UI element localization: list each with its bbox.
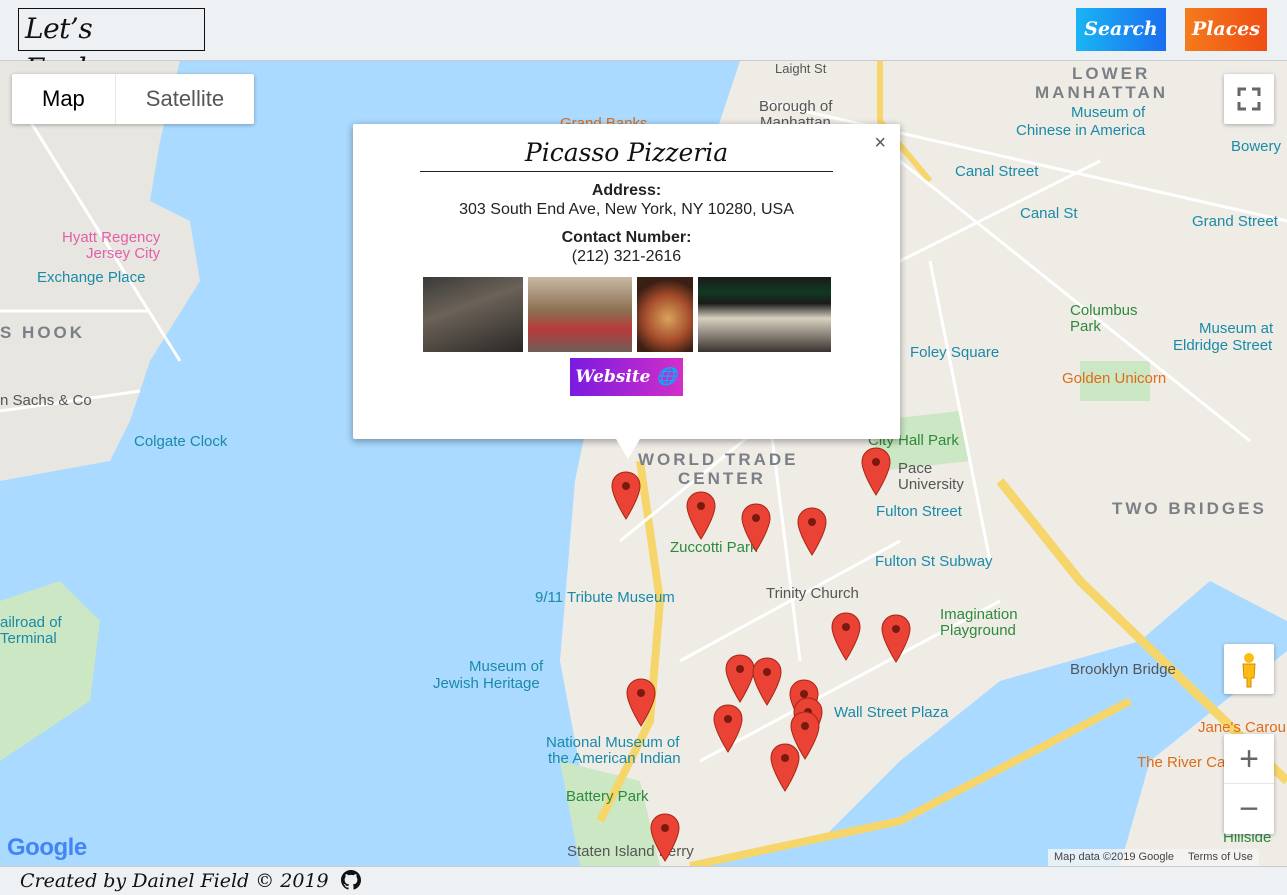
place-title: Picasso Pizzeria — [420, 138, 833, 172]
map-data-attribution: Map data ©2019 Google — [1054, 851, 1175, 863]
map-label: Golden Unicorn — [1062, 370, 1167, 387]
address-value: 303 South End Ave, New York, NY 10280, U… — [459, 201, 794, 218]
place-marker[interactable] — [740, 503, 772, 553]
map-label: Brooklyn Bridge — [1070, 661, 1176, 678]
map-label: Fulton St Subway — [875, 553, 993, 570]
map-label: Terminal — [0, 630, 57, 647]
place-marker[interactable] — [880, 614, 912, 664]
map-label: The River Ca — [1137, 754, 1226, 771]
globe-icon: 🌐 — [656, 367, 678, 387]
website-label: Website — [575, 367, 651, 387]
close-icon[interactable]: × — [874, 132, 886, 155]
map-label: WORLD TRADE — [638, 450, 799, 469]
github-icon[interactable] — [340, 870, 361, 890]
map-label: Hyatt Regency — [62, 229, 161, 246]
address-label: Address: — [591, 182, 662, 199]
map-label: Museum of — [1071, 104, 1146, 121]
search-button[interactable]: Search — [1076, 8, 1166, 51]
map-label: Jewish Heritage — [433, 675, 540, 692]
map-label: Laight St — [775, 61, 827, 76]
map-label: Eldridge Street — [1173, 337, 1273, 354]
map-label: Jersey City — [86, 245, 161, 262]
map-label: Colgate Clock — [134, 433, 228, 450]
map-label: ailroad of — [0, 614, 62, 631]
place-photo[interactable] — [636, 277, 693, 352]
map-label: Museum at — [1199, 320, 1274, 337]
photo-gallery — [353, 277, 900, 352]
map-label: Imagination Playground — [940, 606, 1018, 639]
map-label: n Sachs & Co — [0, 392, 92, 409]
map-label: Fulton Street — [876, 503, 962, 520]
map-label: CENTER — [678, 469, 766, 488]
zoom-out-button[interactable]: − — [1224, 784, 1274, 834]
zoom-control: + − — [1224, 734, 1274, 834]
map-label: MANHATTAN — [1035, 83, 1169, 102]
place-marker[interactable] — [751, 657, 783, 707]
map-label: Bowery — [1231, 138, 1282, 155]
map-label: Exchange Place — [37, 269, 146, 286]
place-marker[interactable] — [712, 704, 744, 754]
map-label: Chinese in America — [1016, 122, 1146, 139]
map-label: 9/11 Tribute Museum — [535, 589, 675, 606]
top-bar: Let’s Explore Search Places — [0, 0, 1287, 85]
contact-label: Contact Number: — [561, 229, 692, 246]
map-label: Canal Street — [955, 163, 1039, 180]
map-label: Foley Square — [910, 344, 1000, 361]
footer-credit: Created by Dainel Field © 2019 — [20, 870, 329, 892]
places-button[interactable]: Places — [1185, 8, 1267, 51]
place-photo[interactable] — [422, 277, 523, 352]
contact-value: (212) 321-2616 — [571, 248, 682, 265]
place-marker[interactable] — [625, 678, 657, 728]
place-marker[interactable] — [649, 813, 681, 863]
website-button[interactable]: Website 🌐 — [570, 358, 683, 396]
map-type-satellite-button[interactable]: Satellite — [116, 74, 254, 124]
map[interactable]: LOWER MANHATTAN Museum of Chinese in Ame… — [0, 61, 1287, 866]
map-label: Columbus Park — [1070, 302, 1138, 335]
fullscreen-button[interactable] — [1224, 74, 1274, 124]
app-logo: Let’s Explore — [18, 8, 205, 85]
map-label: Museum of — [469, 658, 544, 675]
map-label: Pace University — [898, 460, 964, 493]
attribution-bar: Map data ©2019 Google Terms of Use — [1048, 849, 1259, 866]
place-photo[interactable] — [697, 277, 831, 352]
map-label: National Museum of — [546, 734, 680, 751]
map-label: TWO BRIDGES — [1112, 499, 1267, 518]
map-label: the American Indian — [548, 750, 681, 767]
pegman-icon — [1242, 653, 1256, 688]
info-window: × Picasso Pizzeria Address: 303 South En… — [353, 124, 900, 459]
place-marker[interactable] — [610, 471, 642, 521]
map-label: Trinity Church — [766, 585, 859, 602]
fullscreen-icon — [1237, 87, 1261, 111]
zoom-in-button[interactable]: + — [1224, 734, 1274, 784]
map-label: Borough of — [759, 98, 833, 115]
map-label: S HOOK — [0, 323, 86, 342]
map-label: LOWER — [1072, 64, 1151, 83]
footer: Created by Dainel Field © 2019 — [0, 866, 1287, 895]
place-marker[interactable] — [685, 491, 717, 541]
map-label: Canal St — [1020, 205, 1078, 222]
map-type-control: Map Satellite — [12, 74, 255, 124]
terms-of-use-link[interactable]: Terms of Use — [1188, 851, 1253, 864]
place-marker[interactable] — [769, 743, 801, 793]
map-label: Grand Street — [1192, 213, 1278, 230]
map-label: Wall Street Plaza — [834, 704, 949, 721]
google-logo: Google — [7, 834, 87, 861]
place-marker[interactable] — [796, 507, 828, 557]
map-type-map-button[interactable]: Map — [12, 74, 116, 124]
place-marker[interactable] — [860, 447, 892, 497]
place-marker[interactable] — [830, 612, 862, 662]
street-view-pegman[interactable] — [1224, 644, 1274, 694]
map-label: Battery Park — [566, 788, 649, 805]
place-photo[interactable] — [527, 277, 632, 352]
